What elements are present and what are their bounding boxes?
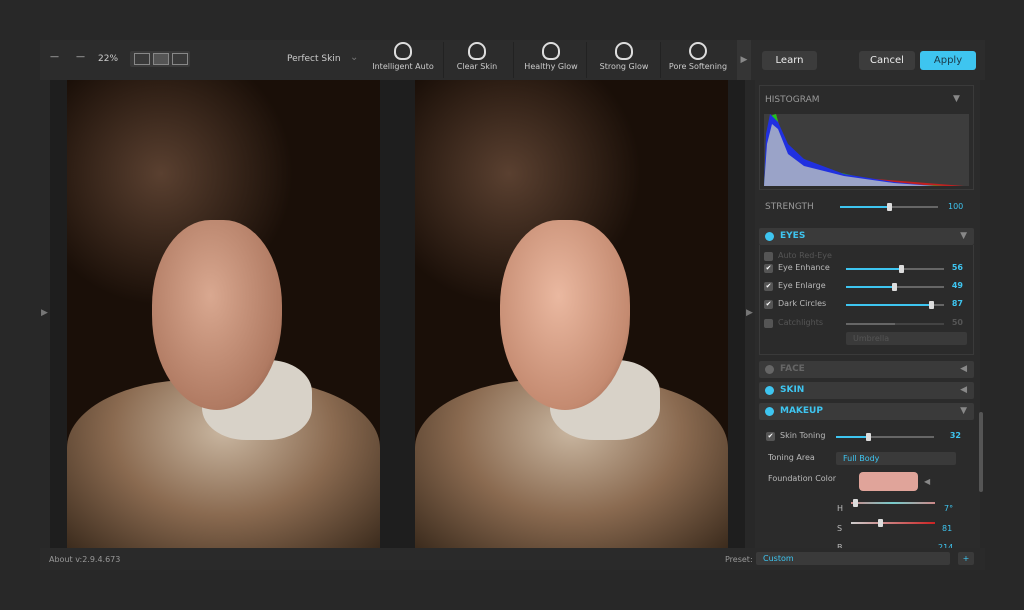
eyes-enabled-icon[interactable] [765,232,774,241]
toning-area-dropdown[interactable]: Full Body [836,452,956,465]
skin-enabled-icon[interactable] [765,386,774,395]
hue-value: 7° [944,504,954,513]
eye-enlarge-slider[interactable] [846,283,944,291]
saturation-slider[interactable] [851,519,935,527]
histogram-title: HISTOGRAM [765,95,820,105]
eye-enhance-slider[interactable] [846,265,944,273]
split-view-button[interactable] [153,53,169,65]
dark-circles-slider[interactable] [846,301,944,309]
status-bar: About v:2.9.4.673 Preset: Custom + [40,548,985,570]
tool-strong-glow[interactable]: Strong Glow [589,42,659,71]
eye-enhance-checkbox[interactable]: ✔ [764,264,773,273]
hue-label: H [837,504,844,513]
makeup-enabled-icon[interactable] [765,407,774,416]
catchlight-shape-dropdown[interactable]: Umbrella [846,332,967,345]
pore-softening-icon [689,42,707,60]
divider [513,42,514,78]
strong-glow-icon [615,42,633,60]
strength-value: 100 [948,202,964,211]
collapse-icon[interactable]: ▼ [960,231,967,241]
section-face[interactable]: FACE ◀ [759,361,974,378]
expand-icon[interactable]: ◀ [960,385,967,395]
preset-dropdown[interactable]: Custom [756,552,950,565]
toolbar: — — 22% Perfect Skin ⌄ Intelligent Auto … [40,40,985,80]
clear-skin-icon [468,42,486,60]
preset-menu[interactable]: Perfect Skin [287,54,341,64]
expand-icon[interactable]: ◀ [960,364,967,374]
skin-toning-checkbox[interactable]: ✔ [766,432,775,441]
right-panel-toggle-icon[interactable]: ▶ [746,308,753,318]
tool-pore-softening[interactable]: Pore Softening [663,42,733,71]
section-makeup[interactable]: MAKEUP ▼ [759,403,974,420]
zoom-level[interactable]: 22% [98,54,118,64]
dark-circles-checkbox[interactable]: ✔ [764,300,773,309]
toolbar-scroll-right-button[interactable]: ▶ [737,40,751,80]
eye-enlarge-row: ✔ Eye Enlarge 49 [764,281,963,291]
catchlights-checkbox[interactable] [764,319,773,328]
tool-clear-skin[interactable]: Clear Skin [442,42,512,71]
learn-button[interactable]: Learn [762,51,817,70]
collapse-icon[interactable]: ▼ [960,406,967,416]
strength-slider[interactable] [840,203,938,211]
tool-intelligent-auto[interactable]: Intelligent Auto [368,42,438,71]
apply-button[interactable]: Apply [920,51,976,70]
chevron-down-icon[interactable]: ⌄ [350,52,358,63]
face-enabled-icon[interactable] [765,365,774,374]
strength-label: STRENGTH [765,202,814,212]
preset-label: Preset: [725,555,753,564]
catchlights-row: Catchlights 50 [764,317,974,331]
foundation-color-swatch[interactable] [859,472,918,491]
histogram-chart [764,114,969,186]
section-eyes[interactable]: EYES ▼ [759,228,974,245]
hue-slider[interactable] [851,499,935,507]
color-picker-expand-icon[interactable]: ◀ [924,477,930,486]
divider [586,42,587,78]
healthy-glow-icon [542,42,560,60]
skin-toning-slider[interactable] [836,433,934,441]
intelligent-auto-icon [394,42,412,60]
eye-enhance-row: ✔ Eye Enhance 56 [764,263,963,273]
compare-view-button[interactable] [172,53,188,65]
dark-circles-row: ✔ Dark Circles 87 [764,299,963,309]
saturation-value: 81 [942,524,953,533]
auto-red-eye-checkbox[interactable] [764,252,773,261]
saturation-label: S [837,524,843,533]
left-panel-toggle-icon[interactable]: ▶ [41,308,48,318]
cancel-button[interactable]: Cancel [859,51,915,70]
collapse-icon[interactable]: ▼ [953,94,960,104]
zoom-out-button[interactable]: — [50,52,59,62]
skin-toning-row: ✔ Skin Toning 32 [766,431,961,441]
zoom-in-button[interactable]: — [76,52,85,62]
add-preset-button[interactable]: + [958,552,974,565]
toning-area-label: Toning Area [768,453,815,462]
single-view-button[interactable] [134,53,150,65]
section-skin[interactable]: SKIN ◀ [759,382,974,399]
about-version[interactable]: About v:2.9.4.673 [49,555,120,564]
eye-enlarge-checkbox[interactable]: ✔ [764,282,773,291]
catchlights-slider[interactable] [846,323,944,325]
panel-scrollbar[interactable] [979,412,983,492]
tool-healthy-glow[interactable]: Healthy Glow [516,42,586,71]
after-image [415,80,728,548]
foundation-color-label: Foundation Color [768,474,837,483]
before-image [67,80,380,548]
divider [660,42,661,78]
